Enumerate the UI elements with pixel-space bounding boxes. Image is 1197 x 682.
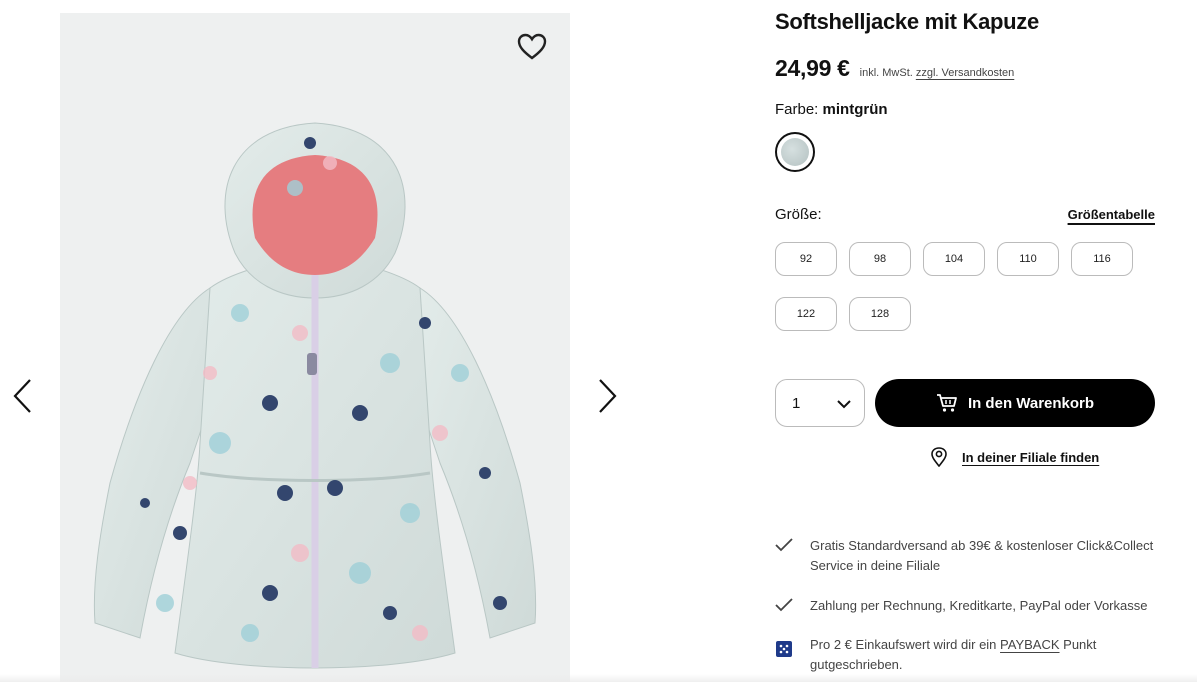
check-icon xyxy=(775,596,793,616)
size-option-116[interactable]: 116 xyxy=(1071,242,1133,276)
add-to-cart-button[interactable]: In den Warenkorb xyxy=(875,379,1155,427)
bottom-edge-shadow xyxy=(0,674,1197,682)
chevron-down-icon xyxy=(837,400,851,409)
quantity-select[interactable]: 1 xyxy=(775,379,865,427)
size-option-128[interactable]: 128 xyxy=(849,297,911,331)
chevron-left-icon[interactable] xyxy=(10,376,36,416)
usp-payment-text: Zahlung per Rechnung, Kreditkarte, PayPa… xyxy=(810,598,1148,613)
store-finder-label: In deiner Filiale finden xyxy=(962,449,1100,465)
color-swatch-selected[interactable] xyxy=(775,132,815,172)
price-row: 24,99 € inkl. MwSt. zzgl. Versandkosten xyxy=(775,55,1014,82)
product-title: Softshelljacke mit Kapuze xyxy=(775,9,1039,34)
size-option-98[interactable]: 98 xyxy=(849,242,911,276)
usp-payback-text: Pro 2 € Einkaufswert wird dir ein PAYBAC… xyxy=(810,635,1155,675)
payback-icon xyxy=(775,635,793,675)
size-option-122[interactable]: 122 xyxy=(775,297,837,331)
size-option-92[interactable]: 92 xyxy=(775,242,837,276)
usp-shipping: Gratis Standardversand ab 39€ & kostenlo… xyxy=(775,536,1155,576)
jacket-illustration xyxy=(93,122,537,669)
check-icon xyxy=(775,536,793,576)
chevron-right-icon[interactable] xyxy=(594,376,620,416)
product-image[interactable] xyxy=(60,13,570,682)
color-label: Farbe: xyxy=(775,101,819,118)
store-finder-link[interactable]: In deiner Filiale finden xyxy=(930,447,1099,467)
color-row: Farbe: mintgrün xyxy=(775,101,888,118)
size-options: 92 98 104 110 116 122 128 xyxy=(775,242,1155,331)
size-option-104[interactable]: 104 xyxy=(923,242,985,276)
shipping-costs-link[interactable]: zzgl. Versandkosten xyxy=(916,67,1014,79)
usp-shipping-text: Gratis Standardversand ab 39€ & kostenlo… xyxy=(810,538,1154,573)
product-price: 24,99 € xyxy=(775,55,850,81)
product-gallery xyxy=(0,0,640,682)
quantity-value: 1 xyxy=(792,394,801,412)
payback-link[interactable]: PAYBACK xyxy=(1000,637,1059,652)
payback-prefix: Pro 2 € Einkaufswert wird dir ein xyxy=(810,637,997,652)
color-value: mintgrün xyxy=(822,101,888,118)
vat-note: inkl. MwSt. xyxy=(859,67,913,79)
cart-icon xyxy=(936,394,957,412)
usp-payback: Pro 2 € Einkaufswert wird dir ein PAYBAC… xyxy=(775,635,1155,675)
size-label: Größe: xyxy=(775,206,822,223)
size-chart-link[interactable]: Größentabelle xyxy=(1068,207,1155,222)
wishlist-heart-icon[interactable] xyxy=(516,31,548,63)
usp-payment: Zahlung per Rechnung, Kreditkarte, PayPa… xyxy=(775,596,1155,616)
color-swatch-fill xyxy=(781,138,809,166)
size-option-110[interactable]: 110 xyxy=(997,242,1059,276)
add-to-cart-label: In den Warenkorb xyxy=(967,394,1095,412)
location-pin-icon xyxy=(931,447,947,467)
